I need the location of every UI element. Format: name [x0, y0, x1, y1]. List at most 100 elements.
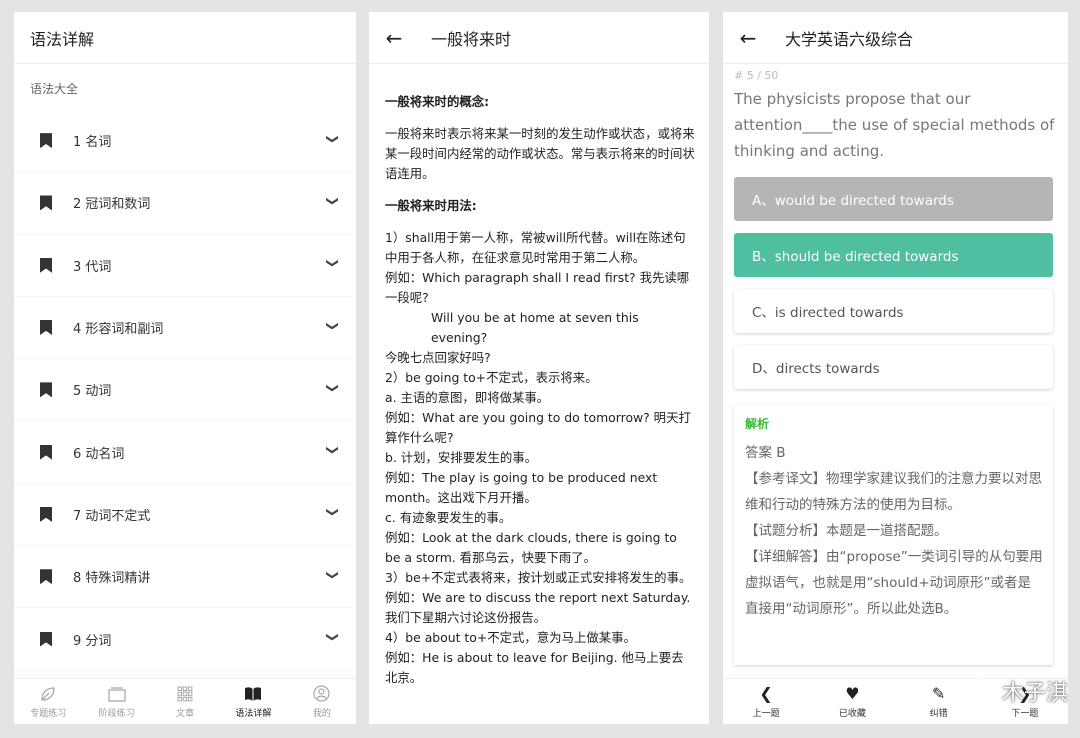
- chevron-down-icon: ❯: [326, 195, 340, 206]
- action-label: 上一题: [752, 708, 780, 719]
- tab-label: 文章: [176, 708, 195, 719]
- back-arrow-icon[interactable]: ←: [723, 12, 773, 64]
- option-d[interactable]: D、directs towards: [734, 345, 1053, 389]
- usage-line: a. 主语的意图，即将做某事。: [385, 390, 550, 405]
- concept-paragraph: 一般将来时表示将来某一时刻的发生动作或状态，或将来某一段时间内经常的动作或状态。…: [385, 126, 695, 181]
- bookmark-icon: [40, 257, 52, 273]
- favorite-button[interactable]: ♥ 已收藏: [809, 679, 895, 724]
- chevron-down-icon: ❯: [326, 507, 340, 518]
- usage-line: 4）be about to+不定式，意为马上做某事。: [385, 630, 636, 645]
- answer-line: 答案 B: [745, 445, 786, 461]
- grammar-item[interactable]: 5 动词 ❯: [14, 359, 356, 422]
- grammar-list: 1 名词 ❯ 2 冠词和数词 ❯ 3 代词 ❯ 4 形容词和副词 ❯ 5 动词 ❯ 6 动…: [14, 110, 356, 671]
- usage-line: 3）be+不定式表将来，按计划或正式安排将发生的事。: [385, 570, 692, 585]
- grammar-detail-screen: ← 一般将来时 一般将来时的概念: 一般将来时表示将来某一时刻的发生动作或状态，…: [369, 12, 709, 724]
- grammar-item-label: 9 分词: [73, 633, 112, 649]
- grammar-item[interactable]: 8 特殊词精讲 ❯: [14, 546, 356, 609]
- usage-line: 例如：He is about to leave for Beijing. 他马上…: [385, 650, 684, 685]
- action-label: 已收藏: [838, 708, 866, 719]
- top-bar: ← 一般将来时: [369, 12, 709, 64]
- grammar-item[interactable]: 1 名词 ❯: [14, 110, 356, 173]
- option-a[interactable]: A、would be directed towards: [734, 177, 1053, 221]
- tab-grammar-detail[interactable]: 语法详解: [219, 679, 287, 724]
- grammar-item[interactable]: 4 形容词和副词 ❯: [14, 297, 356, 360]
- bookmark-icon: [40, 195, 52, 211]
- tab-label: 阶段练习: [98, 708, 135, 719]
- page-title: 一般将来时: [431, 29, 512, 49]
- grammar-item-label: 7 动词不定式: [73, 508, 151, 524]
- usage-line: c. 有迹象要发生的事。: [385, 510, 512, 525]
- user-icon: [313, 685, 331, 703]
- report-error-button[interactable]: ✎ 纠错: [896, 679, 982, 724]
- grammar-item[interactable]: 7 动词不定式 ❯: [14, 484, 356, 547]
- grammar-item-label: 2 冠词和数词: [73, 197, 151, 213]
- grammar-item-label: 5 动词: [73, 384, 112, 400]
- tab-mine[interactable]: 我的: [288, 679, 356, 724]
- chevron-down-icon: ❯: [326, 382, 340, 393]
- usage-line: 例如：What are you going to do tomorrow? 明天…: [385, 410, 691, 445]
- back-arrow-icon[interactable]: ←: [369, 12, 419, 64]
- grammar-list-screen: 语法详解 语法大全 1 名词 ❯ 2 冠词和数词 ❯ 3 代词 ❯ 4 形容词和副词 ❯…: [14, 12, 356, 724]
- prev-question-button[interactable]: ❮ 上一题: [723, 679, 809, 724]
- analysis-body: 答案 B 【参考译文】物理学家建议我们的注意力要以对思维和行动的特殊方法的使用为…: [745, 440, 1043, 622]
- bottom-tab-bar: 专题练习 阶段练习 文章 语法详解 我的: [14, 678, 356, 724]
- usage-line: 例如：We are to discuss the report next Sat…: [385, 590, 691, 625]
- page-title: 大学英语六级综合: [785, 29, 914, 49]
- usage-line: 1）shall用于第一人称，常被will所代替。will在陈述句中用于各人称，在…: [385, 230, 686, 265]
- tab-topic-practice[interactable]: 专题练习: [14, 679, 82, 724]
- usage-line: 例如：The play is going to be produced next…: [385, 470, 658, 505]
- chevron-right-icon: ❯: [1018, 683, 1032, 703]
- usage-line: 例如：Which paragraph shall I read first? 我…: [385, 270, 690, 305]
- grammar-item-label: 3 代词: [73, 259, 112, 275]
- page-title: 语法详解: [30, 29, 95, 49]
- chevron-down-icon: ❯: [326, 133, 340, 144]
- chevron-left-icon: ❮: [759, 683, 773, 703]
- grammar-item[interactable]: 6 动名词 ❯: [14, 421, 356, 484]
- book-icon: [244, 685, 262, 703]
- grid-icon: [176, 685, 194, 703]
- analysis-title: 解析: [745, 417, 770, 431]
- grammar-item[interactable]: 9 分词 ❯: [14, 608, 356, 671]
- section-label: 语法大全: [30, 82, 79, 96]
- heart-icon: ♥: [845, 683, 860, 703]
- chevron-down-icon: ❯: [326, 632, 340, 643]
- edit-icon: ✎: [931, 683, 946, 703]
- chevron-down-icon: ❯: [326, 320, 340, 331]
- grammar-item[interactable]: 3 代词 ❯: [14, 235, 356, 297]
- bookmark-icon: [40, 569, 52, 585]
- usage-line: 2）be going to+不定式，表示将来。: [385, 370, 598, 385]
- next-question-button[interactable]: ❯ 下一题: [982, 679, 1068, 724]
- translation-line: 【参考译文】物理学家建议我们的注意力要以对思维和行动的特殊方法的使用为目标。: [745, 471, 1042, 513]
- tab-label: 语法详解: [235, 708, 272, 719]
- action-label: 纠错: [929, 708, 948, 719]
- bookmark-icon: [40, 631, 52, 647]
- detail-line: 【详细解答】由“propose”一类词引导的从句要用虚拟语气，也就是用“shou…: [745, 549, 1043, 617]
- bookmark-icon: [40, 506, 52, 522]
- bookmark-icon: [40, 320, 52, 336]
- grammar-item-label: 1 名词: [73, 135, 112, 151]
- bookmark-icon: [40, 382, 52, 398]
- analysis-card: 解析 答案 B 【参考译文】物理学家建议我们的注意力要以对思维和行动的特殊方法的…: [734, 405, 1053, 665]
- top-bar: ← 大学英语六级综合: [723, 12, 1068, 64]
- action-label: 下一题: [1011, 708, 1039, 719]
- leaf-icon: [39, 685, 57, 703]
- chevron-down-icon: ❯: [326, 569, 340, 580]
- grammar-item-label: 4 形容词和副词: [73, 322, 164, 338]
- usage-line: 今晚七点回家好吗?: [385, 350, 491, 365]
- quiz-screen: ← 大学英语六级综合 # 5 / 50 The physicists propo…: [723, 12, 1068, 724]
- question-number: # 5 / 50: [734, 69, 779, 82]
- grammar-article: 一般将来时的概念: 一般将来时表示将来某一时刻的发生动作或状态，或将来某一段时间…: [369, 64, 709, 688]
- chevron-down-icon: ❯: [326, 258, 340, 269]
- quiz-action-bar: ❮ 上一题 ♥ 已收藏 ✎ 纠错 ❯ 下一题 木子淇: [723, 678, 1068, 724]
- option-b[interactable]: B、should be directed towards: [734, 233, 1053, 277]
- option-c[interactable]: C、is directed towards: [734, 289, 1053, 333]
- tab-label: 我的: [312, 708, 331, 719]
- tab-articles[interactable]: 文章: [151, 679, 219, 724]
- grammar-item-label: 6 动名词: [73, 446, 125, 462]
- tab-stage-practice[interactable]: 阶段练习: [82, 679, 150, 724]
- chevron-down-icon: ❯: [326, 445, 340, 456]
- usage-line: b. 计划，安排要发生的事。: [385, 450, 538, 465]
- grammar-item[interactable]: 2 冠词和数词 ❯: [14, 172, 356, 235]
- test-analysis-line: 【试题分析】本题是一道搭配题。: [745, 523, 948, 539]
- section-heading: 一般将来时的概念:: [385, 94, 490, 109]
